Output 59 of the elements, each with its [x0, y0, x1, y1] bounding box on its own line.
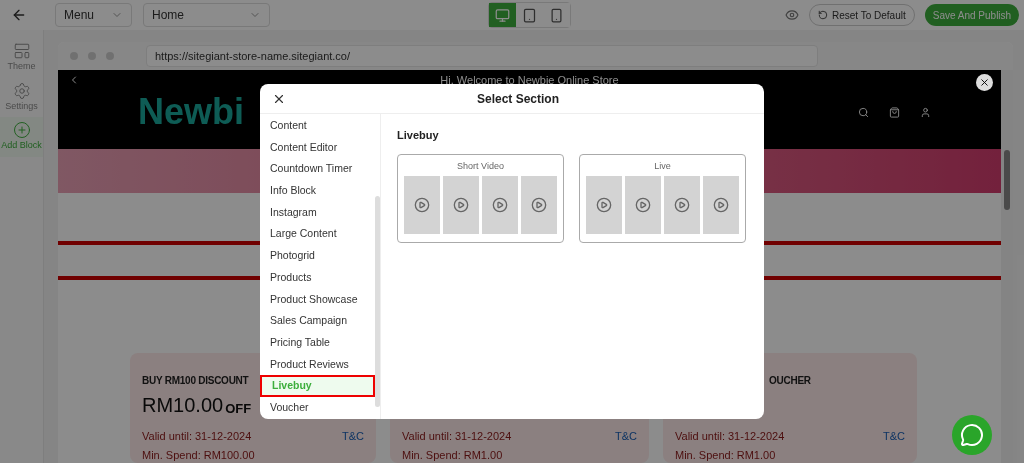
terms-link[interactable]: T&C — [342, 428, 364, 445]
section-list-item[interactable]: Products — [260, 266, 375, 289]
voucher-validity: Valid until: 31-12-2024 — [402, 429, 512, 444]
page-select[interactable]: Menu — [55, 3, 132, 27]
terms-link[interactable]: T&C — [883, 428, 905, 445]
play-icon — [414, 197, 430, 213]
scrollbar-thumb[interactable] — [1004, 150, 1010, 210]
section-list-item[interactable]: Pricing Table — [260, 332, 375, 354]
section-list-item[interactable]: Instagram — [260, 201, 375, 224]
close-icon — [979, 77, 990, 88]
play-icon — [531, 197, 547, 213]
layout-option[interactable]: Short Video — [397, 153, 564, 243]
play-icon — [492, 197, 508, 213]
section-list-item[interactable]: Large Content — [260, 223, 375, 246]
user-icon[interactable] — [920, 106, 931, 118]
search-icon[interactable] — [858, 106, 869, 118]
voucher-title: OUCHER — [769, 374, 811, 388]
url-bar[interactable]: https://sitegiant-store-name.sitegiant.co/ — [146, 45, 818, 67]
voucher-amount: RM10.00 — [142, 393, 224, 418]
section-list-item[interactable]: Content Editor — [260, 136, 375, 159]
terms-link[interactable]: T&C — [615, 428, 637, 445]
desktop-icon — [495, 7, 510, 23]
section-list-item[interactable]: Content — [260, 115, 375, 137]
voucher-min-spend: Min. Spend: RM100.00 — [142, 447, 256, 463]
play-icon — [635, 197, 651, 213]
voucher-title: BUY RM100 DISCOUNT — [142, 374, 249, 388]
voucher-validity: Valid until: 31-12-2024 — [142, 429, 252, 444]
add-icon — [12, 121, 31, 139]
section-list-item[interactable]: Info Block — [260, 180, 375, 202]
section-list-item[interactable]: Countdown Timer — [260, 158, 375, 181]
reset-icon — [818, 10, 828, 20]
play-icon — [596, 197, 612, 213]
page-select[interactable]: Home — [143, 3, 270, 27]
section-heading: Livebuy — [397, 128, 440, 143]
layout-option[interactable]: Live — [579, 153, 746, 243]
mobile-icon — [549, 7, 564, 23]
play-icon — [674, 197, 690, 213]
voucher-min-spend: Min. Spend: RM1.00 — [402, 447, 504, 463]
dialog-title: Select Section — [477, 90, 560, 108]
section-list-item[interactable]: Sales Campaign — [260, 310, 375, 333]
shopping-bag-icon[interactable] — [889, 106, 900, 118]
device-toggle[interactable] — [489, 3, 516, 27]
voucher-validity: Valid until: 31-12-2024 — [675, 429, 785, 444]
section-list-item[interactable]: Voucher — [260, 397, 375, 419]
settings-icon — [12, 81, 31, 100]
play-icon — [713, 197, 729, 213]
voucher-suffix: OFF — [225, 399, 252, 418]
play-icon — [453, 197, 469, 213]
voucher-min-spend: Min. Spend: RM1.00 — [675, 447, 777, 463]
section-list-item[interactable]: Photogrid — [260, 245, 375, 267]
reset-button[interactable]: Reset To Default — [809, 4, 915, 26]
section-list-item[interactable]: Product Reviews — [260, 353, 375, 376]
scrollbar-thumb[interactable] — [375, 196, 380, 407]
tablet-icon — [522, 7, 537, 23]
preview-eye-icon[interactable] — [785, 8, 799, 22]
announcement-text: Hi, Welcome to Newbie Online Store — [440, 72, 619, 88]
store-logo: Newbi — [138, 90, 244, 134]
section-list-item[interactable]: Product Showcase — [260, 288, 375, 311]
theme-icon — [12, 42, 31, 60]
